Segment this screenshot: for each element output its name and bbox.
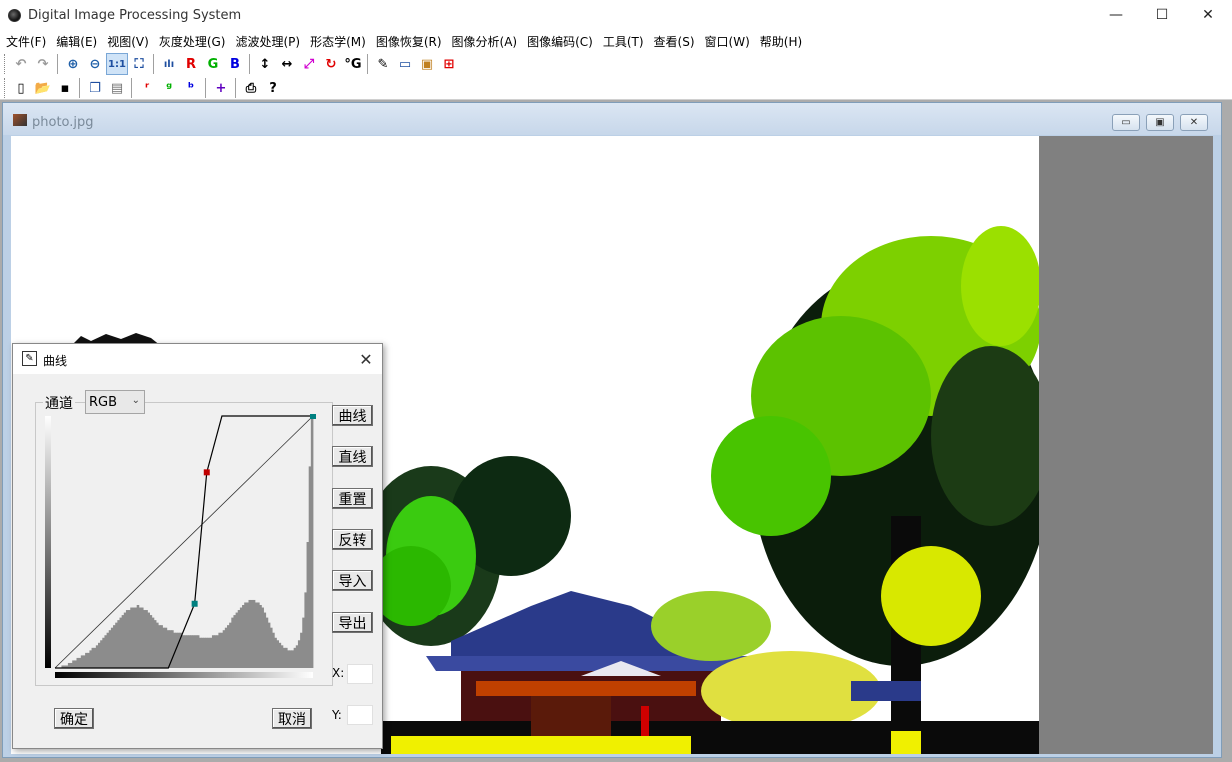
menu-item-12[interactable]: 帮助(H) bbox=[756, 30, 806, 52]
toolbar-image: ↶ ↷ ⊕ ⊖ 1:1 ⛶ ılı R G B ↕ ↔ ⤢ ↻ °G ✎ ▭ ▣ ⊞ bbox=[4, 52, 460, 76]
export-button[interactable]: 导出 bbox=[332, 612, 373, 633]
histogram-icon[interactable]: ılı bbox=[158, 53, 180, 75]
crosshair-icon[interactable]: + bbox=[210, 77, 232, 99]
curve-control-point[interactable] bbox=[203, 469, 210, 476]
flip-horizontal-icon[interactable]: ↔ bbox=[276, 53, 298, 75]
toolbar-separator bbox=[235, 78, 237, 98]
menu-item-3[interactable]: 灰度处理(G) bbox=[155, 30, 230, 52]
levels-icon[interactable]: ▭ bbox=[394, 53, 416, 75]
image-window-minimize-button[interactable]: ▭ bbox=[1112, 114, 1140, 131]
curves-dialog-title: 曲线 bbox=[43, 354, 68, 368]
menu-item-0[interactable]: 文件(F) bbox=[2, 30, 50, 52]
menu-item-4[interactable]: 滤波处理(P) bbox=[231, 30, 304, 52]
menu-item-5[interactable]: 形态学(M) bbox=[306, 30, 370, 52]
red-component-icon[interactable]: ʳ bbox=[136, 77, 158, 99]
ok-button[interactable]: 确定 bbox=[54, 708, 94, 729]
invert-button[interactable]: 反转 bbox=[332, 529, 373, 550]
rotate-angle-icon[interactable]: °G bbox=[342, 53, 364, 75]
channel-label: 通道 bbox=[43, 393, 75, 413]
image-adjust-icon[interactable]: ▣ bbox=[416, 53, 438, 75]
curve-mode-button[interactable]: 曲线 bbox=[332, 405, 373, 426]
import-button[interactable]: 导入 bbox=[332, 570, 373, 591]
maximize-button[interactable]: ☐ bbox=[1139, 0, 1185, 30]
output-gradient bbox=[45, 416, 51, 668]
image-file-icon bbox=[13, 114, 27, 126]
fit-window-icon[interactable]: ⛶ bbox=[128, 53, 150, 75]
x-coord-field bbox=[347, 664, 373, 684]
minimize-button[interactable]: — bbox=[1093, 0, 1139, 30]
open-folder-icon[interactable]: 📂 bbox=[32, 77, 54, 99]
green-component-icon[interactable]: ᵍ bbox=[158, 77, 180, 99]
curve-control-point[interactable] bbox=[191, 600, 198, 607]
curves-icon[interactable]: ✎ bbox=[372, 53, 394, 75]
curves-dialog-titlebar[interactable]: ✎ 曲线 ✕ bbox=[13, 344, 382, 374]
resize-icon[interactable]: ⤢ bbox=[298, 53, 320, 75]
reset-button[interactable]: 重置 bbox=[332, 488, 373, 509]
menu-item-11[interactable]: 窗口(W) bbox=[701, 30, 754, 52]
image-window-title: photo.jpg bbox=[32, 115, 94, 130]
x-coord-label: X: bbox=[332, 666, 345, 680]
toolbar-grip[interactable] bbox=[4, 54, 7, 74]
blue-component-icon[interactable]: ᵇ bbox=[180, 77, 202, 99]
canvas-background bbox=[1039, 136, 1213, 754]
rotate-icon[interactable]: ↻ bbox=[320, 53, 342, 75]
paste-icon[interactable]: ▤ bbox=[106, 77, 128, 99]
channel-select[interactable]: RGB ⌄ bbox=[85, 390, 145, 414]
menu-item-10[interactable]: 查看(S) bbox=[650, 30, 699, 52]
new-file-icon[interactable]: ▯ bbox=[10, 77, 32, 99]
cancel-button[interactable]: 取消 bbox=[272, 708, 312, 729]
image-window-titlebar[interactable]: photo.jpg ▭ ▣ ✕ bbox=[3, 103, 1221, 135]
curves-dialog-close-button[interactable]: ✕ bbox=[355, 348, 377, 370]
image-window-close-button[interactable]: ✕ bbox=[1180, 114, 1208, 131]
input-gradient bbox=[55, 672, 313, 678]
redo-icon[interactable]: ↷ bbox=[32, 53, 54, 75]
menu-item-6[interactable]: 图像恢复(R) bbox=[372, 30, 446, 52]
grid-icon[interactable]: ⊞ bbox=[438, 53, 460, 75]
menu-item-1[interactable]: 编辑(E) bbox=[52, 30, 101, 52]
copy-icon[interactable]: ❐ bbox=[84, 77, 106, 99]
app-title: Digital Image Processing System bbox=[28, 8, 242, 23]
undo-icon[interactable]: ↶ bbox=[10, 53, 32, 75]
y-coord-label: Y: bbox=[332, 708, 342, 722]
toolbar-separator bbox=[249, 54, 251, 74]
menu-item-7[interactable]: 图像分析(A) bbox=[448, 30, 522, 52]
green-channel-icon[interactable]: G bbox=[202, 53, 224, 75]
toolbar-separator bbox=[153, 54, 155, 74]
toolbar-grip[interactable] bbox=[4, 78, 7, 98]
zoom-in-icon[interactable]: ⊕ bbox=[62, 53, 84, 75]
image-window-restore-button[interactable]: ▣ bbox=[1146, 114, 1174, 131]
toolbar-separator bbox=[57, 54, 59, 74]
menu-item-2[interactable]: 视图(V) bbox=[103, 30, 153, 52]
save-icon[interactable]: ▪ bbox=[54, 77, 76, 99]
toolbar-separator bbox=[205, 78, 207, 98]
flip-vertical-icon[interactable]: ↕ bbox=[254, 53, 276, 75]
curves-icon: ✎ bbox=[22, 351, 37, 366]
toolbar-area: ↶ ↷ ⊕ ⊖ 1:1 ⛶ ılı R G B ↕ ↔ ⤢ ↻ °G ✎ ▭ ▣ ⊞ ▯ 📂 ▪ ❐ ▤ ʳ ᵍ ᵇ + ⎙? bbox=[0, 52, 1232, 100]
print-icon[interactable]: ⎙ bbox=[240, 77, 262, 99]
menu-item-9[interactable]: 工具(T) bbox=[599, 30, 648, 52]
curve-control-point[interactable] bbox=[310, 414, 316, 419]
title-bar: Digital Image Processing System — ☐ ✕ bbox=[0, 0, 1232, 30]
line-mode-button[interactable]: 直线 bbox=[332, 446, 373, 467]
red-channel-icon[interactable]: R bbox=[180, 53, 202, 75]
toolbar-separator bbox=[131, 78, 133, 98]
channel-select-value: RGB bbox=[89, 394, 118, 410]
toolbar-separator bbox=[79, 78, 81, 98]
histogram-bar bbox=[310, 416, 314, 668]
curves-dialog: ✎ 曲线 ✕ 通道 RGB ⌄ 曲线 直线 重置 反转 导入 导出 X: Y: … bbox=[12, 343, 383, 749]
actual-size-icon[interactable]: 1:1 bbox=[106, 53, 128, 75]
menu-item-8[interactable]: 图像编码(C) bbox=[523, 30, 597, 52]
zoom-out-icon[interactable]: ⊖ bbox=[84, 53, 106, 75]
menu-bar: 文件(F) 编辑(E) 视图(V) 灰度处理(G) 滤波处理(P) 形态学(M) 图像恢复(… bbox=[0, 30, 1232, 52]
help-icon[interactable]: ? bbox=[262, 77, 284, 99]
close-button[interactable]: ✕ bbox=[1185, 0, 1231, 30]
chevron-down-icon: ⌄ bbox=[131, 395, 140, 406]
curve-editor[interactable] bbox=[43, 414, 323, 680]
toolbar-separator bbox=[367, 54, 369, 74]
toolbar-file: ▯ 📂 ▪ ❐ ▤ ʳ ᵍ ᵇ + ⎙? bbox=[4, 76, 284, 100]
blue-channel-icon[interactable]: B bbox=[224, 53, 246, 75]
y-coord-field bbox=[347, 705, 373, 725]
app-icon bbox=[8, 9, 21, 22]
